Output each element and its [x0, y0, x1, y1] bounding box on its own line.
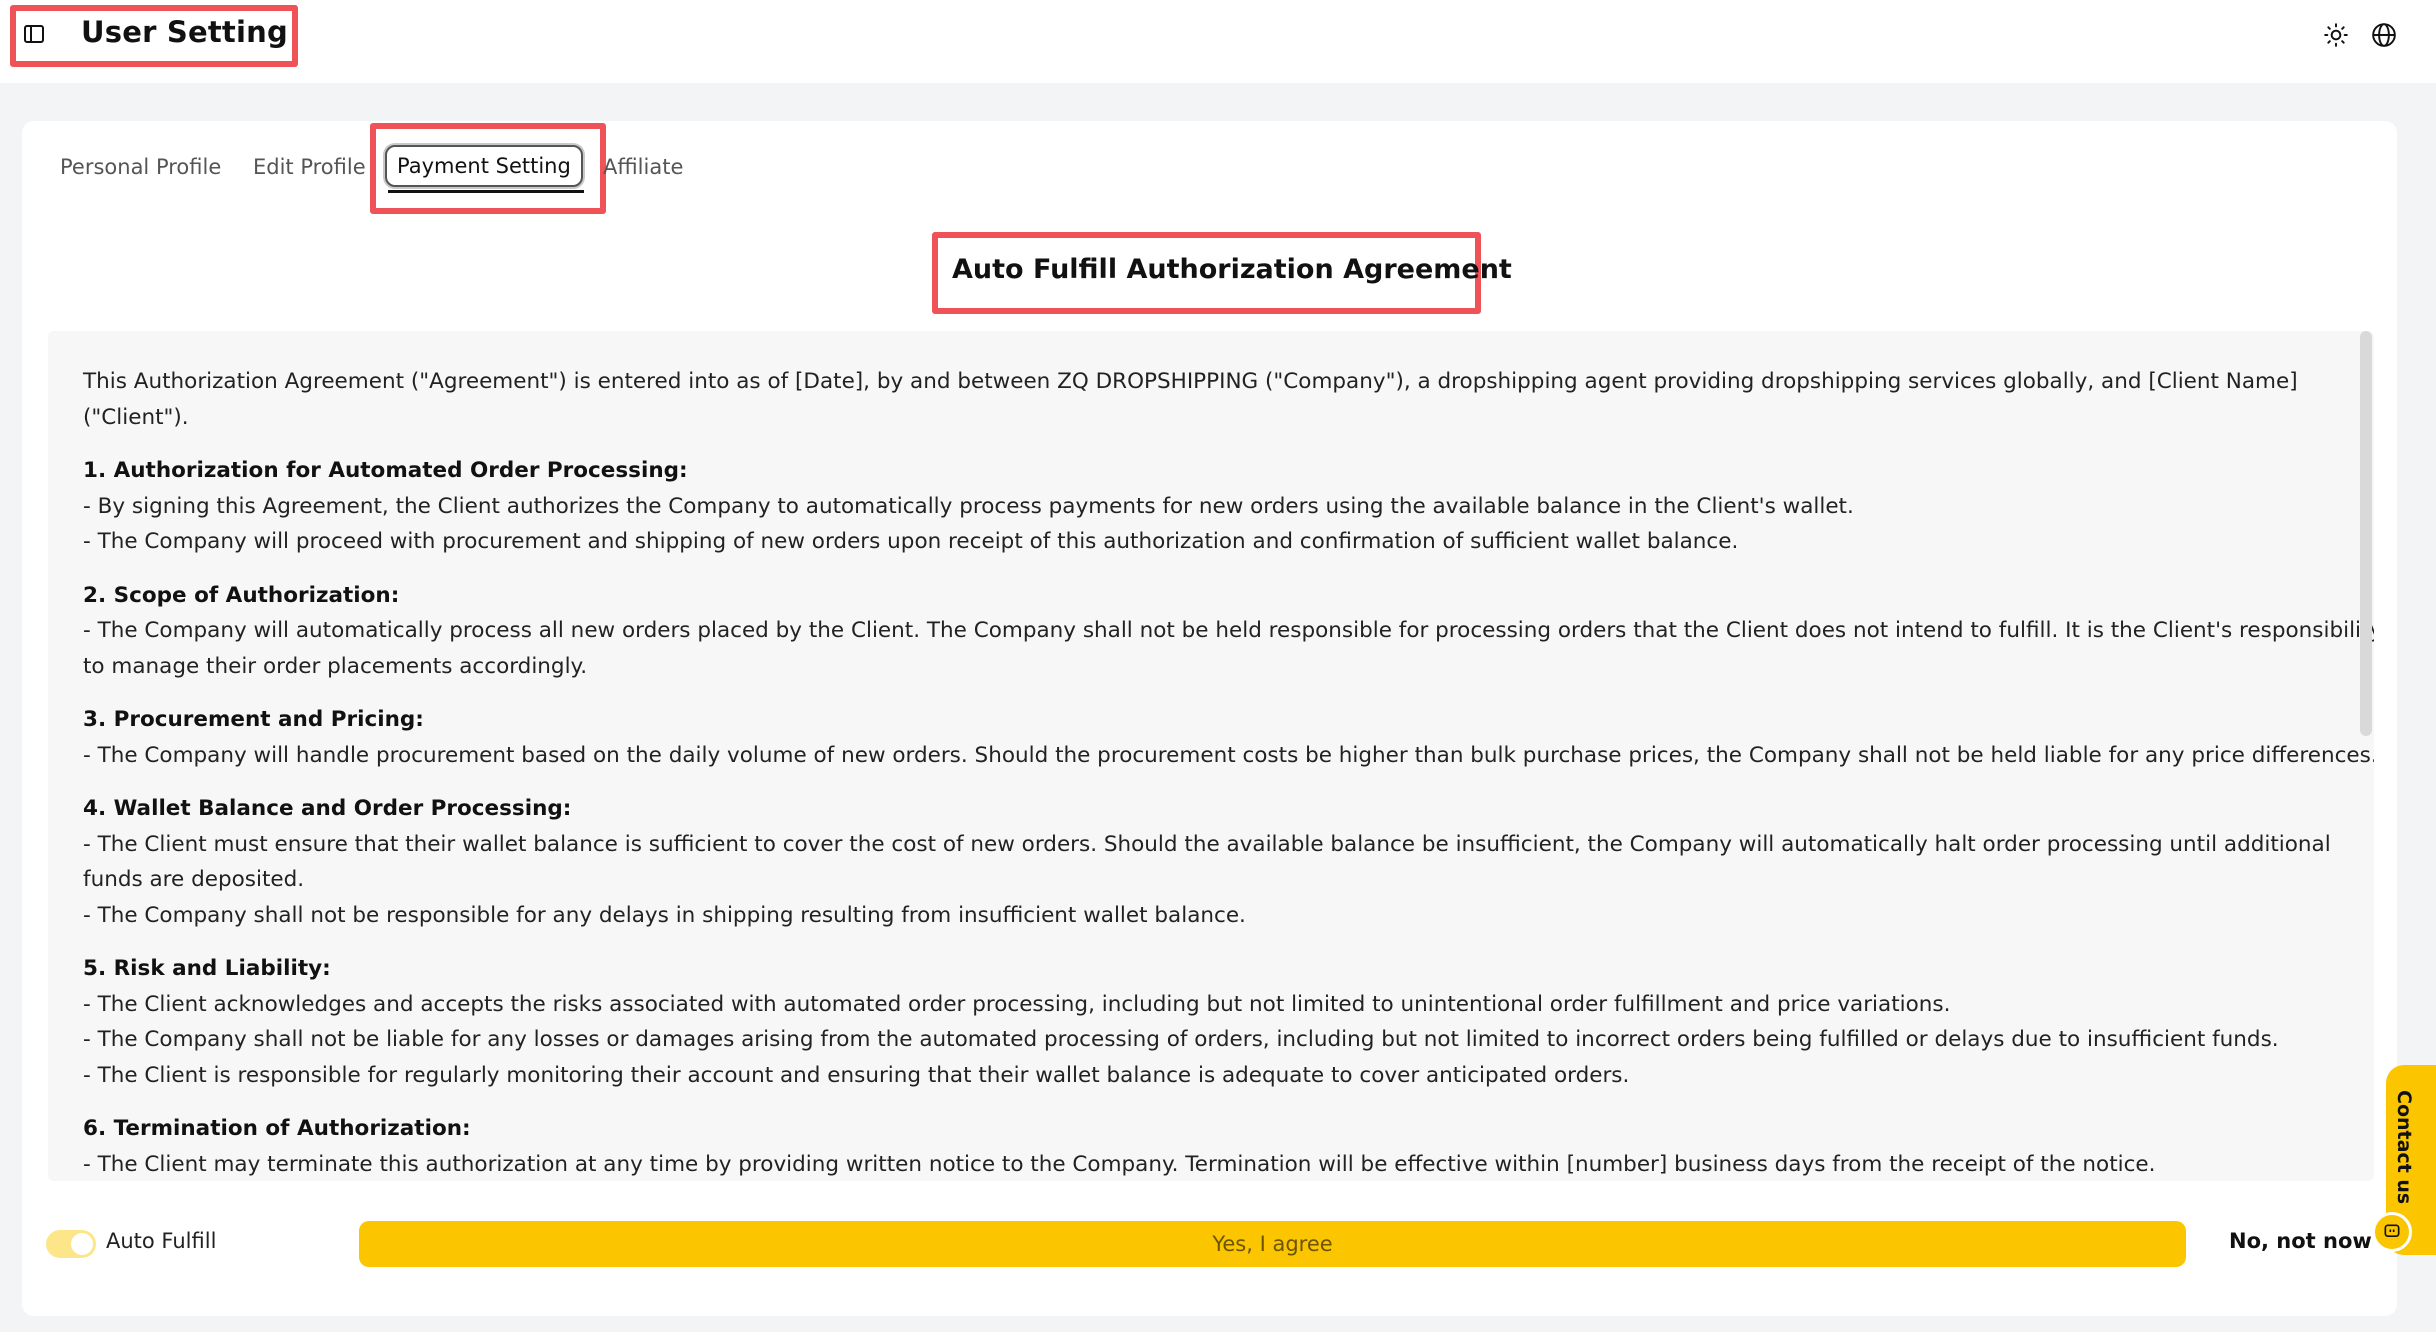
section-line: - The Client must ensure that their wall…	[83, 831, 2331, 893]
section-heading: 6. Termination of Authorization:	[83, 1116, 471, 1141]
active-tab-underline	[388, 190, 584, 193]
section-heading: 4. Wallet Balance and Order Processing:	[83, 796, 572, 821]
sun-icon[interactable]	[2323, 22, 2349, 48]
section-heading: 5. Risk and Liability:	[83, 956, 331, 981]
sidebar-toggle-icon[interactable]	[22, 22, 46, 46]
contact-us-label: Contact us	[2393, 1090, 2415, 1205]
tab-edit-profile[interactable]: Edit Profile	[253, 155, 366, 179]
globe-icon[interactable]	[2371, 22, 2397, 48]
agreement-intro: This Authorization Agreement ("Agreement…	[83, 369, 2298, 430]
agreement-section: 4. Wallet Balance and Order Processing: …	[83, 791, 2374, 933]
section-line: - The Company will proceed with procurem…	[83, 529, 1739, 554]
agree-button[interactable]: Yes, I agree	[359, 1221, 2186, 1267]
toggle-knob	[71, 1233, 93, 1255]
section-line: - By signing this Agreement, the Client …	[83, 493, 1854, 519]
section-line: - The Company will handle procurement ba…	[83, 742, 2374, 768]
section-line: - The Client may terminate this authoriz…	[83, 1151, 2156, 1177]
page-title: User Setting	[81, 15, 288, 49]
tab-affiliate[interactable]: Affiliate	[603, 155, 683, 179]
agreement-title: Auto Fulfill Authorization Agreement	[952, 254, 1512, 285]
section-line: - The Company will automatically process…	[83, 618, 2374, 679]
agreement-section: 1. Authorization for Automated Order Pro…	[83, 453, 2374, 560]
decline-button[interactable]: No, not now	[2229, 1229, 2372, 1253]
section-heading: 3. Procurement and Pricing:	[83, 707, 424, 732]
agreement-section: 3. Procurement and Pricing: - The Compan…	[83, 702, 2374, 773]
section-heading: 1. Authorization for Automated Order Pro…	[83, 458, 688, 483]
section-line: - The Client is responsible for regularl…	[83, 1062, 1630, 1088]
auto-fulfill-toggle[interactable]	[46, 1230, 96, 1258]
top-bar	[0, 0, 2436, 83]
tab-personal-profile[interactable]: Personal Profile	[60, 155, 221, 179]
agreement-section: 2. Scope of Authorization: - The Company…	[83, 578, 2374, 685]
agreement-scroll-area[interactable]: This Authorization Agreement ("Agreement…	[48, 331, 2374, 1181]
agreement-section: 6. Termination of Authorization: - The C…	[83, 1111, 2374, 1181]
chat-bubble-icon[interactable]	[2372, 1212, 2412, 1252]
auto-fulfill-label: Auto Fulfill	[106, 1229, 217, 1253]
section-line: - The Company shall not be responsible f…	[83, 902, 1246, 928]
agreement-scrollbar[interactable]	[2360, 331, 2372, 736]
section-line: - The Company shall not be liable for an…	[83, 1027, 2279, 1052]
section-heading: 2. Scope of Authorization:	[83, 582, 400, 608]
agreement-section: 5. Risk and Liability: - The Client ackn…	[83, 951, 2374, 1093]
agreement-text: This Authorization Agreement ("Agreement…	[83, 364, 2374, 1181]
section-line: - The Client acknowledges and accepts th…	[83, 991, 1951, 1017]
tab-payment-setting[interactable]: Payment Setting	[385, 145, 583, 187]
